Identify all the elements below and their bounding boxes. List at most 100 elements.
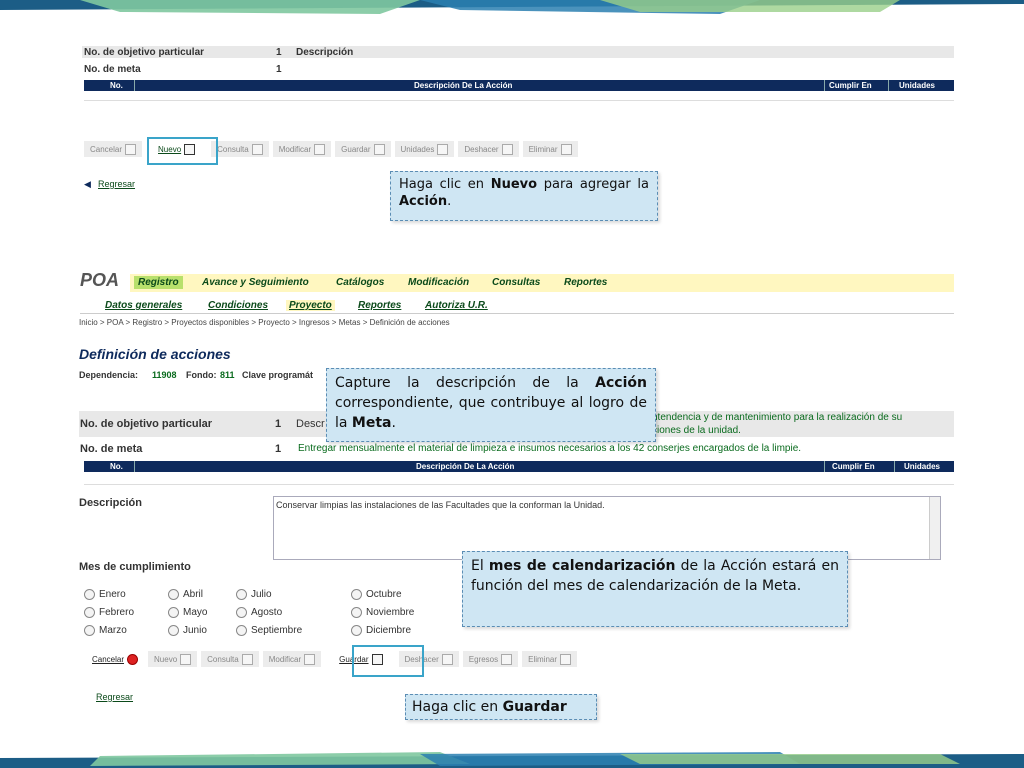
- objetivo-row: [82, 46, 954, 58]
- radio-enero[interactable]: Enero: [84, 589, 126, 600]
- undo-button[interactable]: Deshacer: [458, 141, 519, 157]
- col-separator: [824, 80, 825, 91]
- actions-table-header: No. Descripción De La Acción Cumplir En …: [84, 80, 954, 91]
- breadcrumb[interactable]: Inicio > POA > Registro > Proyectos disp…: [79, 318, 450, 327]
- col-separator: [888, 80, 889, 91]
- egresos-label: Egresos: [468, 654, 499, 664]
- meta-label: No. de meta: [80, 443, 143, 455]
- radio-label: Enero: [99, 589, 126, 600]
- radio-label: Abril: [183, 589, 204, 600]
- radio-diciembre[interactable]: Diciembre: [351, 625, 411, 636]
- modify-button[interactable]: Modificar: [272, 141, 332, 157]
- delete-button[interactable]: Eliminar: [522, 651, 578, 667]
- radio-label: Junio: [183, 625, 207, 636]
- objetivo-text-line1: ntendencia y de mantenimiento para la re…: [652, 412, 903, 423]
- radio-marzo[interactable]: Marzo: [84, 625, 127, 636]
- back-link[interactable]: Regresar: [96, 692, 133, 702]
- radio-label: Octubre: [366, 589, 402, 600]
- objetivo-label: No. de objetivo particular: [84, 47, 205, 58]
- callout-text: para agregar la: [537, 177, 649, 192]
- radio-noviembre[interactable]: Noviembre: [351, 607, 414, 618]
- radio-mayo[interactable]: Mayo: [168, 607, 207, 618]
- callout-capture-descripcion: Capture la descripción de la Acción corr…: [326, 368, 656, 442]
- delete-label: Eliminar: [528, 144, 558, 154]
- query-button[interactable]: Consulta: [201, 651, 259, 667]
- delete-button[interactable]: Eliminar: [522, 141, 578, 157]
- modify-button[interactable]: Modificar: [262, 651, 322, 667]
- descripcion-scrollbar[interactable]: [929, 497, 940, 559]
- modify-label: Modificar: [268, 654, 302, 664]
- callout-mes-calendarizacion: El mes de calendarización de la Acción e…: [462, 551, 848, 627]
- objetivo-text-line2: ciones de la unidad.: [652, 425, 741, 436]
- menu-avance[interactable]: Avance y Seguimiento: [202, 277, 309, 288]
- radio-circle-icon: [236, 589, 247, 600]
- menu-catalogos[interactable]: Catálogos: [336, 277, 384, 288]
- submenu-datos-generales[interactable]: Datos generales: [105, 300, 182, 311]
- delete-icon: [560, 653, 572, 665]
- radio-abril[interactable]: Abril: [168, 589, 203, 600]
- callout-text: Haga clic en: [399, 177, 491, 192]
- back-link[interactable]: Regresar: [98, 179, 135, 189]
- delete-icon: [560, 143, 572, 155]
- radio-circle-icon: [236, 607, 247, 618]
- submenu-proyecto[interactable]: Proyecto: [286, 300, 335, 311]
- mes-label: Mes de cumplimiento: [79, 561, 191, 573]
- egresos-icon: [501, 653, 513, 665]
- fondo-value: 811: [220, 370, 235, 380]
- radio-label: Marzo: [99, 625, 127, 636]
- menu-consultas[interactable]: Consultas: [492, 277, 540, 288]
- main-menu: Registro Avance y Seguimiento Catálogos …: [130, 274, 954, 292]
- radio-label: Julio: [251, 589, 272, 600]
- submenu-reportes[interactable]: Reportes: [358, 300, 401, 311]
- radio-julio[interactable]: Julio: [236, 589, 272, 600]
- save-icon: [373, 143, 385, 155]
- objetivo-desc-prefix: Descr: [296, 418, 325, 430]
- new-icon: [180, 653, 192, 665]
- new-button[interactable]: Nuevo: [148, 651, 198, 667]
- radio-octubre[interactable]: Octubre: [351, 589, 402, 600]
- cancel-label: Cancelar: [90, 144, 123, 154]
- radio-circle-icon: [168, 625, 179, 636]
- modify-label: Modificar: [278, 144, 312, 154]
- menu-reportes[interactable]: Reportes: [564, 277, 607, 288]
- bottom-decorative-band: [0, 750, 1024, 768]
- highlight-save-button: [352, 645, 424, 677]
- menu-modificacion[interactable]: Modificación: [408, 277, 469, 288]
- callout-bold: Guardar: [502, 699, 567, 715]
- col-descripcion: Descripción De La Acción: [414, 81, 513, 90]
- callout-bold: mes de calendarización: [488, 558, 676, 574]
- meta-label: No. de meta: [84, 64, 141, 75]
- radio-circle-icon: [84, 589, 95, 600]
- callout-text: .: [447, 194, 452, 209]
- query-button[interactable]: Consulta: [211, 141, 269, 157]
- submenu-condiciones[interactable]: Condiciones: [208, 300, 268, 311]
- egresos-button[interactable]: Egresos: [462, 651, 519, 667]
- radio-label: Diciembre: [366, 625, 412, 636]
- descripcion-label: Descripción: [79, 497, 142, 509]
- descripcion-value: Conservar limpias las instalaciones de l…: [276, 500, 605, 510]
- cancel-button[interactable]: Cancelar: [86, 651, 145, 667]
- objetivo-value: 1: [275, 418, 282, 430]
- callout-text: Capture la descripción de la: [335, 375, 596, 391]
- radio-septiembre[interactable]: Septiembre: [236, 625, 302, 636]
- radio-circle-icon: [168, 589, 179, 600]
- units-button[interactable]: Unidades: [394, 141, 455, 157]
- radio-label: Agosto: [251, 607, 283, 618]
- save-button[interactable]: Guardar: [335, 141, 391, 157]
- cancel-button[interactable]: Cancelar: [84, 141, 143, 157]
- radio-febrero[interactable]: Febrero: [84, 607, 134, 618]
- radio-junio[interactable]: Junio: [168, 625, 207, 636]
- meta-value: 1: [276, 64, 282, 75]
- query-icon: [251, 143, 263, 155]
- meta-value: 1: [275, 443, 282, 455]
- col-cumplir: Cumplir En: [832, 462, 875, 471]
- menu-registro[interactable]: Registro: [134, 276, 183, 289]
- col-no: No.: [110, 81, 123, 90]
- units-label: Unidades: [400, 144, 435, 154]
- poa-logo: POA: [80, 270, 120, 290]
- submenu-autoriza[interactable]: Autoriza U.R.: [425, 300, 488, 311]
- delete-label: Eliminar: [528, 654, 558, 664]
- radio-agosto[interactable]: Agosto: [236, 607, 282, 618]
- col-descripcion: Descripción De La Acción: [416, 462, 515, 471]
- cancel-icon: [127, 653, 139, 665]
